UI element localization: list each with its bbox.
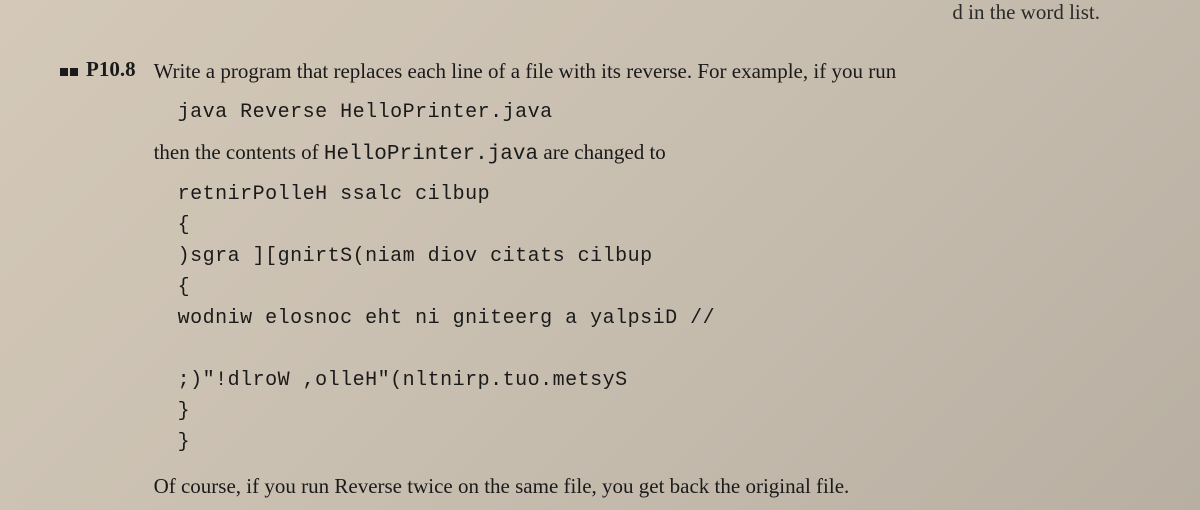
partial-previous-line: d in the word list. (60, 0, 1140, 25)
text-fragment: then the contents of (154, 140, 324, 164)
text-fragment: are changed to (538, 140, 666, 164)
exercise-closing: Of course, if you run Reverse twice on t… (154, 470, 1140, 504)
difficulty-icon (60, 68, 78, 76)
textbook-page: d in the word list. P10.8 Write a progra… (60, 0, 1140, 504)
exercise-prompt-line-2: then the contents of HelloPrinter.java a… (154, 136, 1140, 172)
exercise-number: P10.8 (86, 57, 136, 82)
code-reversed-output: retnirPolleH ssalc cilbup { )sgra ][gnir… (178, 179, 1140, 458)
inline-code-filename: HelloPrinter.java (324, 143, 538, 166)
exercise-prompt-line-1: Write a program that replaces each line … (154, 55, 1140, 89)
exercise-body: Write a program that replaces each line … (154, 55, 1140, 504)
code-command: java Reverse HelloPrinter.java (178, 97, 1140, 128)
exercise-label: P10.8 (60, 57, 136, 82)
exercise-block: P10.8 Write a program that replaces each… (60, 55, 1140, 504)
